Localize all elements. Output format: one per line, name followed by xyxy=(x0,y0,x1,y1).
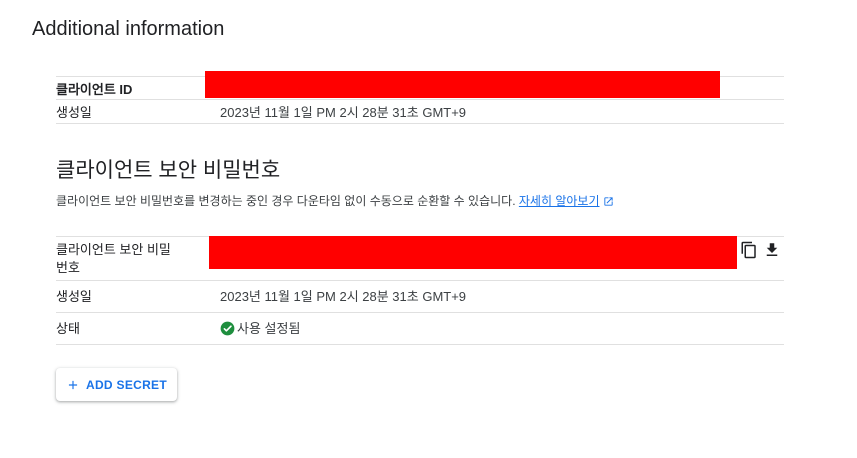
add-secret-button[interactable]: ADD SECRET xyxy=(56,368,177,401)
client-secret-description-text: 클라이언트 보안 비밀번호를 변경하는 중인 경우 다운타임 없이 수동으로 순… xyxy=(56,194,516,208)
secret-created-row: 생성일 2023년 11월 1일 PM 2시 28분 31초 GMT+9 xyxy=(56,281,784,313)
secret-redaction xyxy=(209,236,737,269)
created-value: 2023년 11월 1일 PM 2시 28분 31초 GMT+9 xyxy=(220,105,467,120)
open-in-new-icon[interactable] xyxy=(603,196,614,207)
client-secret-description: 클라이언트 보안 비밀번호를 변경하는 중인 경우 다운타임 없이 수동으로 순… xyxy=(56,192,614,209)
secret-created-value: 2023년 11월 1일 PM 2시 28분 31초 GMT+9 xyxy=(220,288,467,304)
copy-icon[interactable] xyxy=(740,241,758,259)
client-id-label: 클라이언트 ID xyxy=(56,82,133,97)
additional-info-title: Additional information xyxy=(32,18,225,40)
check-circle-icon xyxy=(220,321,235,335)
download-icon[interactable] xyxy=(763,241,781,259)
client-id-redaction xyxy=(205,71,720,98)
plus-icon xyxy=(68,380,78,389)
secret-created-label: 생성일 xyxy=(56,288,92,304)
secret-status-text: 사용 설정됨 xyxy=(237,320,301,336)
secret-status-value: 사용 설정됨 xyxy=(220,320,784,338)
learn-more-label: 자세히 알아보기 xyxy=(518,194,600,208)
secret-status-label: 상태 xyxy=(56,320,80,336)
add-secret-label: ADD SECRET xyxy=(85,377,167,392)
client-secret-title: 클라이언트 보안 비밀번호 xyxy=(56,159,281,182)
created-label: 생성일 xyxy=(56,105,92,120)
secret-label: 클라이언트 보안 비밀번호 xyxy=(56,242,171,275)
secret-status-row: 상태 사용 설정됨 xyxy=(56,313,784,345)
learn-more-link[interactable]: 자세히 알아보기 xyxy=(519,194,600,208)
created-row: 생성일 2023년 11월 1일 PM 2시 28분 31초 GMT+9 xyxy=(56,100,784,124)
